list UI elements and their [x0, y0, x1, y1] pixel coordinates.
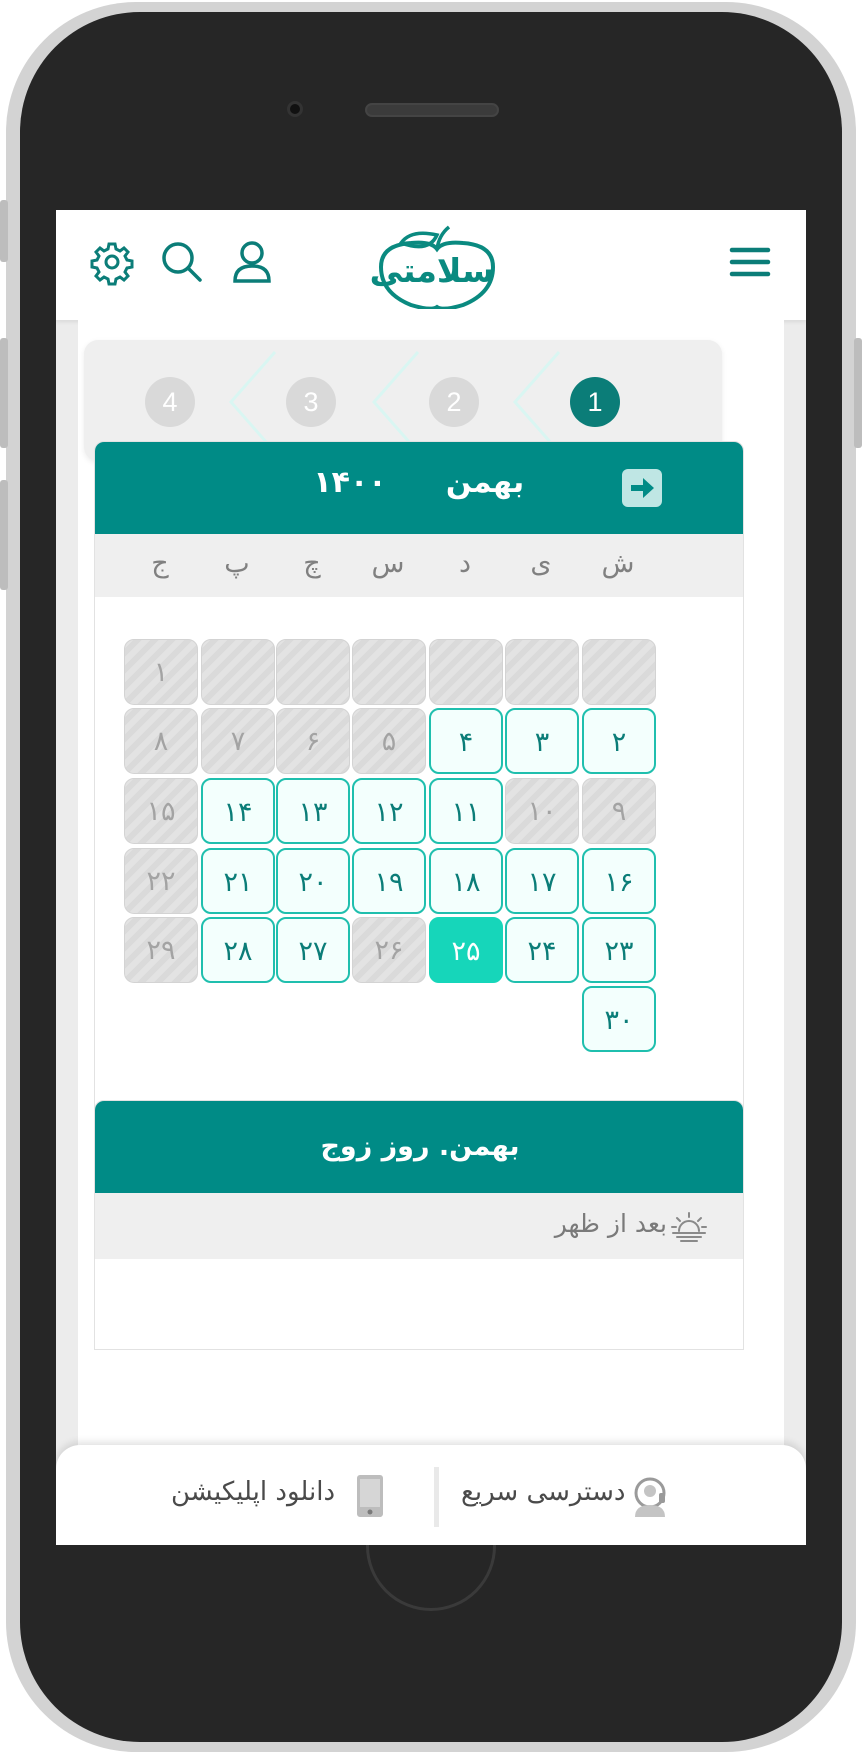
next-month-button[interactable] — [622, 469, 662, 507]
bottom-bar-divider — [434, 1467, 439, 1527]
calendar-day-available[interactable]: ۲۱ — [201, 848, 275, 914]
sunset-icon — [671, 1212, 707, 1242]
calendar-day-disabled: ۹ — [582, 778, 656, 844]
calendar-day-available[interactable]: ۲ — [582, 708, 656, 774]
hamburger-menu-icon[interactable] — [724, 236, 776, 288]
calendar-day-available[interactable]: ۱۴ — [201, 778, 275, 844]
calendar-day-disabled — [201, 639, 275, 705]
calendar-day-available[interactable]: ۳ — [505, 708, 579, 774]
calendar-day-disabled — [352, 639, 426, 705]
calendar-day-available[interactable]: ۲۳ — [582, 917, 656, 983]
calendar-day-disabled: ۲۹ — [124, 917, 198, 983]
mobile-phone-icon — [357, 1475, 383, 1517]
calendar-day-disabled: ۶ — [276, 708, 350, 774]
weekday-label: د — [458, 548, 472, 579]
chevron-left-icon — [229, 351, 277, 453]
calendar-day-available[interactable]: ۱۱ — [429, 778, 503, 844]
calendar-day-available[interactable]: ۱۲ — [352, 778, 426, 844]
bottom-bar: دانلود اپلیکیشن دسترسی سریع — [56, 1445, 806, 1545]
calendar-day-disabled — [276, 639, 350, 705]
step-1[interactable]: 1 — [570, 377, 620, 427]
calendar-day-disabled: ۲۲ — [124, 848, 198, 914]
chevron-left-icon — [372, 351, 420, 453]
site-logo[interactable]: سلامتی — [361, 223, 501, 309]
step-4[interactable]: 4 — [145, 377, 195, 427]
calendar-day-disabled: ۲۶ — [352, 917, 426, 983]
calendar-day-disabled — [429, 639, 503, 705]
top-navigation-bar: سلامتی — [56, 210, 806, 320]
calendar-day-available[interactable]: ۴ — [429, 708, 503, 774]
calendar-day-disabled: ۱ — [124, 639, 198, 705]
step-2[interactable]: 2 — [429, 377, 479, 427]
search-icon[interactable] — [156, 236, 208, 288]
front-camera — [287, 101, 303, 117]
calendar-day-available[interactable]: ۱۶ — [582, 848, 656, 914]
period-row[interactable]: بعد از ظهر — [95, 1193, 743, 1259]
calendar-day-disabled: ۱۵ — [124, 778, 198, 844]
calendar-day-available[interactable]: ۱۸ — [429, 848, 503, 914]
gear-icon[interactable] — [86, 236, 138, 288]
quick-access-link[interactable]: دسترسی سریع — [461, 1477, 625, 1507]
volume-up-button — [0, 338, 8, 448]
weekday-label: چ — [303, 548, 321, 579]
calendar-day-disabled: ۵ — [352, 708, 426, 774]
calendar-year: ۱۴۰۰ — [313, 465, 387, 500]
calendar-day-available[interactable]: ۳۰ — [582, 986, 656, 1052]
download-app-link[interactable]: دانلود اپلیکیشن — [171, 1477, 335, 1507]
weekday-label: پ — [224, 548, 250, 579]
power-button — [854, 338, 862, 448]
day-slots-panel: بهمن. روز زوج بعد از ظهر — [94, 1100, 744, 1350]
calendar-day-disabled — [582, 639, 656, 705]
chevron-left-icon — [513, 351, 561, 453]
weekday-header-row: شیدسچپج — [95, 534, 743, 597]
calendar-day-available[interactable]: ۱۳ — [276, 778, 350, 844]
weekday-label: ج — [151, 548, 169, 579]
app-screen: سلامتی 4 3 2 1 بهمن ۱۴۰۰ ش ی د س چ پ ج ۱… — [56, 210, 806, 1545]
calendar-day-available[interactable]: ۲۸ — [201, 917, 275, 983]
arrow-right-icon — [631, 478, 654, 498]
calendar-day-disabled: ۸ — [124, 708, 198, 774]
calendar-day-selected[interactable]: ۲۵ — [429, 917, 503, 983]
user-icon[interactable] — [226, 236, 278, 288]
calendar: بهمن ۱۴۰۰ شیدسچپج ۱ ۲ ۳ ۴ ۵ ۶ ۷ ۸ ۹ ۱۰ ۱۱ ۱۲ ۱۳ ۱۴ ۱۵ ۱… — [94, 441, 744, 1171]
calendar-day-disabled: ۷ — [201, 708, 275, 774]
weekday-label: ی — [530, 548, 552, 579]
weekday-label: س — [371, 548, 405, 579]
quick-access-icon — [634, 1477, 666, 1517]
calendar-day-available[interactable]: ۲۰ — [276, 848, 350, 914]
logo-wordmark: سلامتی — [369, 251, 495, 290]
earpiece-speaker — [365, 103, 499, 117]
calendar-day-available[interactable]: ۱۹ — [352, 848, 426, 914]
calendar-month: بهمن — [445, 465, 525, 500]
volume-down-button — [0, 480, 8, 590]
period-label: بعد از ظهر — [554, 1209, 667, 1238]
calendar-header: بهمن ۱۴۰۰ — [95, 442, 743, 534]
calendar-day-available[interactable]: ۱۷ — [505, 848, 579, 914]
step-3[interactable]: 3 — [286, 377, 336, 427]
day-panel-title: بهمن. روز زوج — [95, 1101, 743, 1193]
calendar-day-disabled — [505, 639, 579, 705]
mute-switch — [0, 200, 8, 262]
calendar-day-disabled: ۱۰ — [505, 778, 579, 844]
weekday-label: ش — [601, 548, 635, 579]
calendar-day-available[interactable]: ۲۷ — [276, 917, 350, 983]
calendar-day-available[interactable]: ۲۴ — [505, 917, 579, 983]
